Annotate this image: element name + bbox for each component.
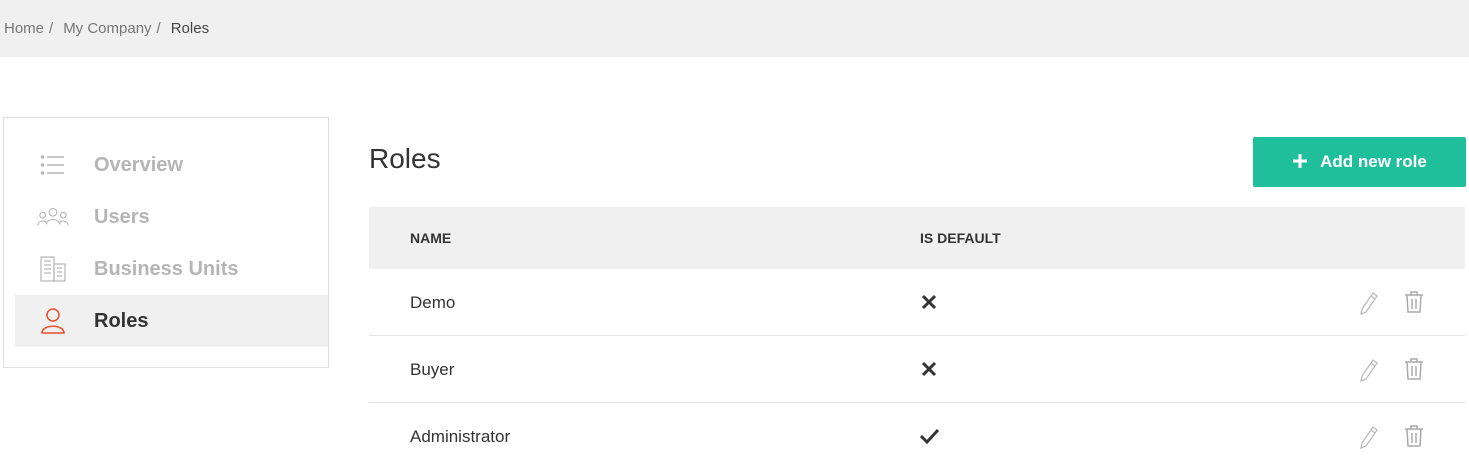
users-icon: [37, 203, 69, 231]
user-icon: [37, 307, 69, 335]
breadcrumb-current: Roles: [170, 20, 210, 37]
breadcrumb-home[interactable]: Home: [4, 20, 44, 37]
table-row: Buyer: [369, 336, 1465, 403]
edit-pencil-icon[interactable]: [1358, 358, 1380, 383]
add-new-role-button[interactable]: Add new role: [1253, 137, 1466, 187]
check-icon: [918, 425, 940, 447]
sidebar-item-overview[interactable]: Overview: [15, 139, 328, 191]
edit-pencil-icon[interactable]: [1358, 425, 1380, 450]
role-name: Buyer: [410, 360, 455, 379]
sidebar-item-label: Roles: [94, 309, 149, 332]
sidebar-item-label: Users: [94, 205, 150, 228]
page-title: Roles: [369, 143, 441, 174]
breadcrumb: Home / My Company / Roles: [0, 0, 1469, 57]
cross-icon: [918, 358, 940, 380]
plus-icon: [1292, 150, 1308, 174]
sidebar-item-business-units[interactable]: Business Units: [15, 243, 328, 295]
role-name: Administrator: [410, 427, 511, 446]
breadcrumb-separator: /: [49, 20, 54, 37]
sidebar-item-label: Business Units: [94, 257, 239, 280]
cross-icon: [918, 291, 940, 313]
trash-icon[interactable]: [1403, 424, 1425, 448]
breadcrumb-separator: /: [156, 20, 161, 37]
roles-table: NAME IS DEFAULT Demo Buyer Administrator: [369, 207, 1465, 470]
column-header-name[interactable]: NAME: [410, 230, 451, 246]
table-header: NAME IS DEFAULT: [369, 207, 1465, 269]
role-name: Demo: [410, 293, 456, 312]
sidebar-item-users[interactable]: Users: [15, 191, 328, 243]
building-icon: [37, 255, 69, 283]
trash-icon[interactable]: [1403, 290, 1425, 314]
edit-pencil-icon[interactable]: [1358, 291, 1380, 316]
column-header-is-default[interactable]: IS DEFAULT: [920, 230, 1001, 246]
table-row: Demo: [369, 269, 1465, 336]
sidebar-item-roles[interactable]: Roles: [15, 295, 328, 347]
table-row: Administrator: [369, 403, 1465, 470]
breadcrumb-my-company[interactable]: My Company: [63, 20, 151, 37]
trash-icon[interactable]: [1403, 357, 1425, 381]
sidebar-nav: Overview Users Business Units Roles: [3, 117, 329, 368]
sidebar-item-label: Overview: [94, 153, 183, 176]
add-new-role-label: Add new role: [1320, 152, 1427, 171]
list-icon: [37, 151, 69, 179]
